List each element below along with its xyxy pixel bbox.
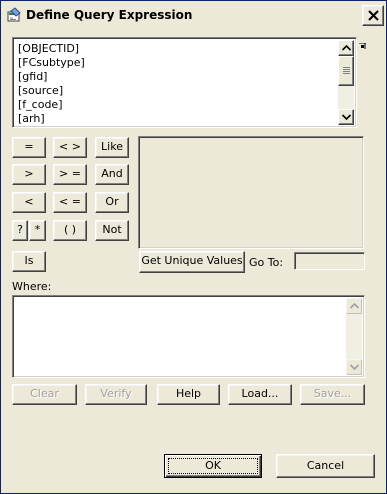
equals-button[interactable]: = (12, 137, 46, 158)
not-equal-button[interactable]: < > (53, 137, 87, 158)
field-item[interactable]: [FCsubtype] (18, 56, 85, 70)
ok-button[interactable]: OK (164, 454, 262, 478)
scroll-up-button[interactable] (338, 40, 354, 56)
scroll-down-button[interactable] (346, 359, 362, 375)
where-scrollbar[interactable] (346, 298, 362, 375)
load-button[interactable]: Load... (228, 384, 292, 405)
define-query-dialog: Define Query Expression [OBJECTID] [FCsu… (0, 0, 387, 494)
scroll-up-button[interactable] (346, 298, 362, 314)
clear-button[interactable]: Clear (12, 384, 77, 405)
verify-button[interactable]: Verify (85, 384, 147, 405)
unique-values-list[interactable] (138, 136, 364, 249)
and-button[interactable]: And (95, 164, 129, 185)
not-button[interactable]: Not (95, 220, 129, 241)
dialog-title: Define Query Expression (26, 8, 193, 22)
get-unique-values-button[interactable]: Get Unique Values (139, 251, 245, 273)
chevron-up-icon (350, 303, 359, 309)
field-item[interactable]: [arh] (18, 112, 85, 126)
star-wildcard-button[interactable]: * (29, 220, 46, 241)
like-button[interactable]: Like (95, 137, 129, 158)
size-grip-icon[interactable] (359, 39, 366, 49)
scroll-thumb[interactable] (338, 56, 354, 86)
parentheses-button[interactable]: ( ) (53, 220, 87, 241)
field-list[interactable]: [OBJECTID] [FCsubtype] [gfid] [source] [… (12, 37, 357, 128)
chevron-down-icon (350, 364, 359, 370)
chevron-up-icon (342, 45, 351, 51)
query-builder-icon (6, 7, 23, 24)
field-item[interactable]: [f_code] (18, 98, 85, 112)
help-button[interactable]: Help (157, 384, 220, 405)
is-button[interactable]: Is (12, 251, 46, 272)
greater-equal-button[interactable]: > = (53, 164, 87, 185)
field-item[interactable]: [gfid] (18, 70, 85, 84)
chevron-down-icon (342, 114, 351, 120)
title-bar[interactable]: Define Query Expression (1, 1, 386, 32)
field-item[interactable]: [source] (18, 84, 85, 98)
less-than-button[interactable]: < (12, 192, 46, 213)
question-wildcard-button[interactable]: ? (12, 220, 28, 241)
scroll-down-button[interactable] (338, 109, 354, 125)
where-textbox[interactable] (12, 295, 365, 378)
cancel-button[interactable]: Cancel (276, 454, 375, 478)
close-button[interactable] (362, 5, 384, 26)
field-list-scrollbar[interactable] (338, 40, 354, 125)
close-icon (368, 10, 379, 21)
field-item[interactable]: [OBJECTID] (18, 42, 85, 56)
less-equal-button[interactable]: < = (53, 192, 87, 213)
goto-label: Go To: (249, 256, 284, 269)
save-button[interactable]: Save... (300, 384, 365, 405)
greater-than-button[interactable]: > (12, 164, 46, 185)
goto-input[interactable] (294, 252, 365, 270)
where-label: Where: (12, 280, 52, 293)
or-button[interactable]: Or (95, 192, 129, 213)
